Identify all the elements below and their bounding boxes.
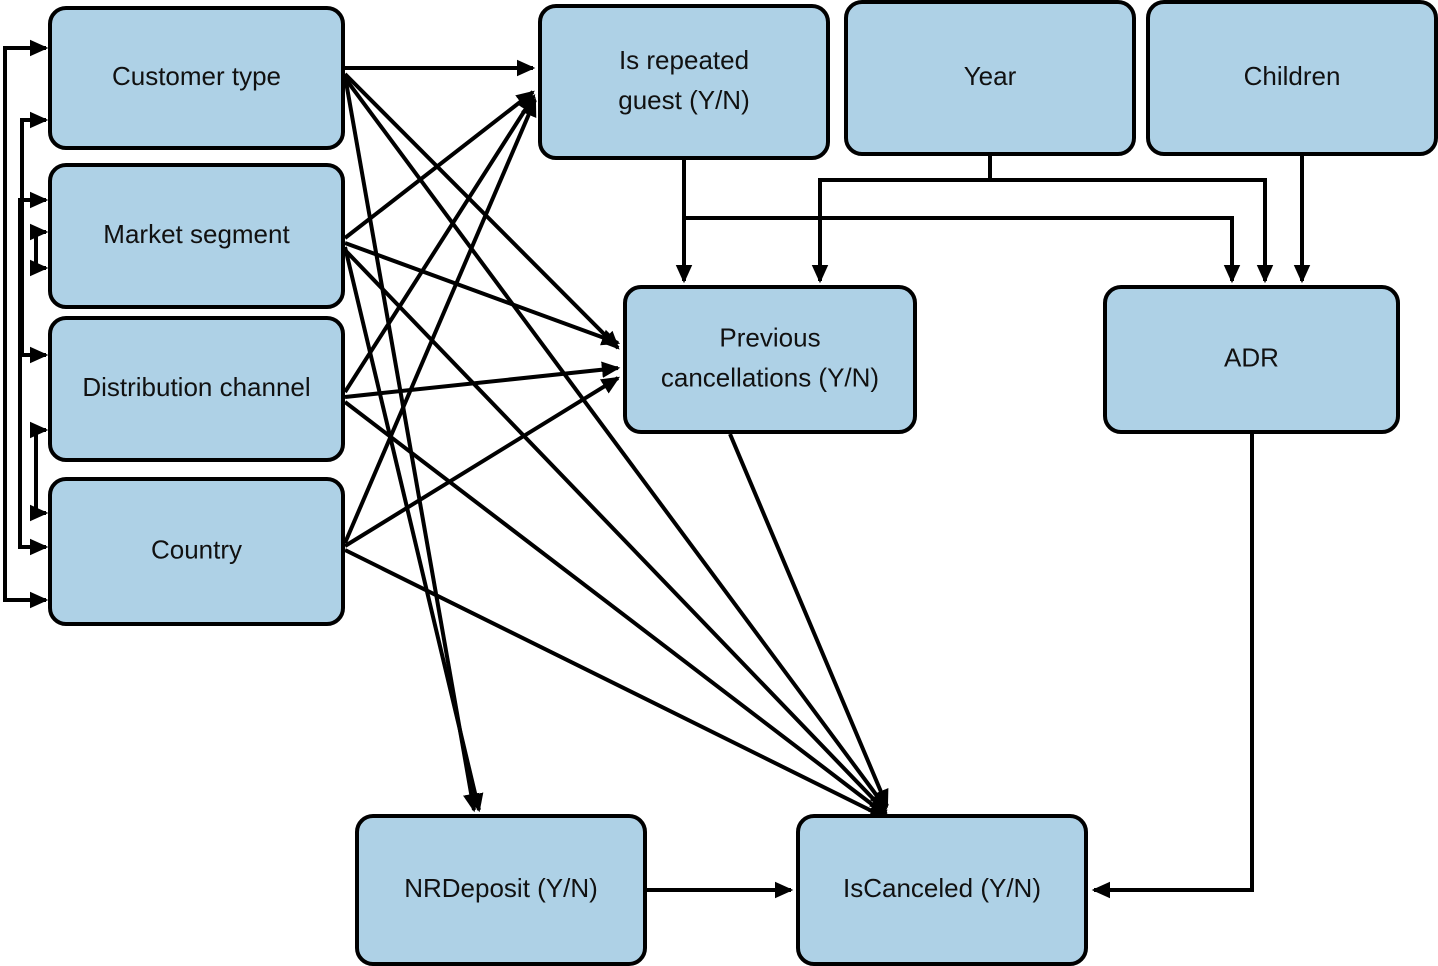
- node-customer_type[interactable]: Customer type: [48, 6, 345, 150]
- left-loop-edges: [3, 39, 49, 609]
- edge-country-to-previous-cancellations: [343, 376, 620, 548]
- node-label-is_canceled: IsCanceled (Y/N): [843, 873, 1041, 903]
- node-children[interactable]: Children: [1146, 0, 1438, 156]
- edge-is-repeated-guest-to-adr: [684, 216, 1241, 284]
- edge-customer-type-to-is-canceled: [343, 76, 888, 810]
- straight-edges: [343, 59, 889, 820]
- edge-market-segment-distribution-channel: [29, 223, 49, 277]
- node-previous_cancellations[interactable]: Previous cancellations (Y/N): [623, 285, 917, 434]
- node-label-distribution_channel: Distribution channel: [82, 372, 310, 402]
- node-is_canceled[interactable]: IsCanceled (Y/N): [796, 814, 1088, 966]
- edge-customer-type-country: [3, 39, 49, 609]
- edge-year-to-adr: [990, 178, 1274, 284]
- node-label-customer_type: Customer type: [112, 61, 281, 91]
- node-label-nr_deposit: NRDeposit (Y/N): [404, 873, 598, 903]
- node-market_segment[interactable]: Market segment: [48, 163, 345, 309]
- node-box-previous_cancellations[interactable]: [623, 285, 917, 434]
- node-label-children: Children: [1244, 61, 1341, 91]
- node-distribution_channel[interactable]: Distribution channel: [48, 316, 345, 462]
- edge-adr-to-is-canceled: [1091, 434, 1254, 899]
- nodes-layer: Customer type Market segment Distribution …: [48, 0, 1438, 966]
- node-label-market_segment: Market segment: [103, 219, 290, 249]
- node-year[interactable]: Year: [844, 0, 1136, 156]
- node-label-adr: ADR: [1224, 342, 1279, 372]
- edge-market-segment-to-nrdeposit: [343, 246, 484, 813]
- node-nr_deposit[interactable]: NRDeposit (Y/N): [355, 814, 647, 966]
- node-label-country: Country: [151, 534, 242, 564]
- causal-diagram-canvas: Customer type Market segment Distribution …: [0, 0, 1438, 966]
- node-box-is_repeated_guest[interactable]: [538, 4, 830, 160]
- edge-distribution-channel-country: [29, 421, 49, 522]
- node-is_repeated_guest[interactable]: Is repeated guest (Y/N): [538, 4, 830, 160]
- node-adr[interactable]: ADR: [1103, 285, 1400, 434]
- causal-graph-svg: Customer type Market segment Distribution …: [3, 0, 1438, 966]
- edge-country-to-is-canceled: [344, 548, 889, 820]
- orthogonal-edges: [647, 156, 1311, 899]
- node-label-year: Year: [964, 61, 1017, 91]
- node-country[interactable]: Country: [48, 477, 345, 626]
